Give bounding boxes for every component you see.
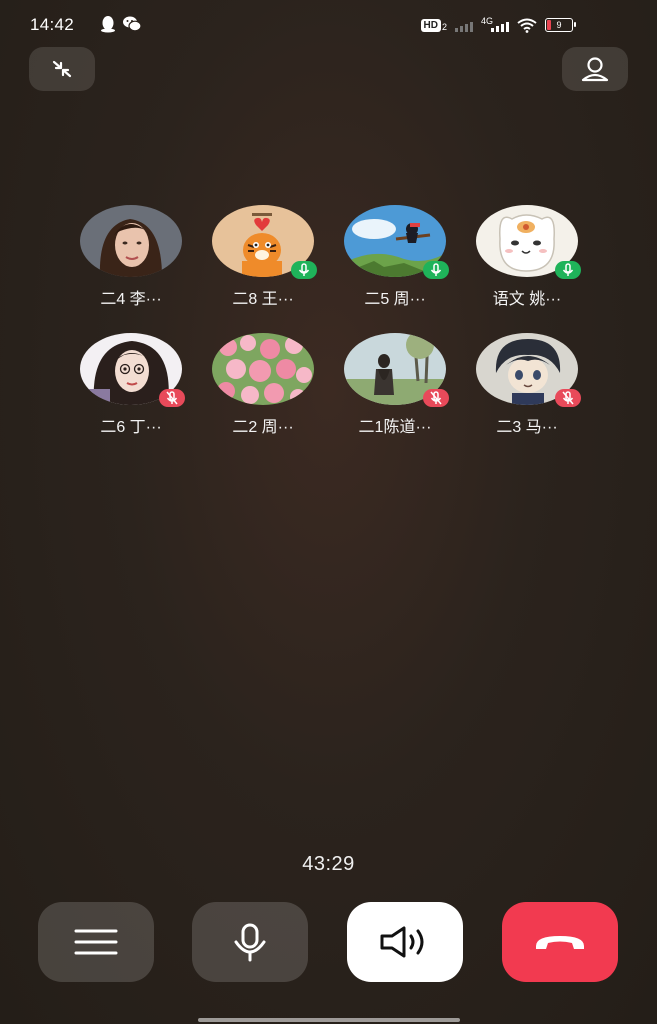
mic-muted-badge — [159, 389, 185, 407]
mic-muted-badge — [423, 389, 449, 407]
status-notification-icons — [100, 15, 142, 33]
mic-on-badge — [555, 261, 581, 279]
microphone-muted-icon — [166, 391, 178, 405]
menu-icon — [74, 929, 118, 955]
participant-name: 二3 马··· — [496, 419, 558, 436]
hd-icon: HD 2 — [420, 18, 447, 32]
wifi-icon — [517, 18, 537, 33]
person-icon — [581, 57, 609, 82]
signal-4g-icon: 4G — [481, 16, 509, 32]
status-time: 14:42 — [30, 15, 75, 34]
avatar — [212, 333, 314, 405]
members-button[interactable] — [562, 47, 628, 91]
speaker-button[interactable] — [347, 902, 463, 982]
microphone-icon — [562, 263, 574, 276]
participant-grid: 二4 李··· 二8 王··· 二5 周··· 语文 姚··· 二6 丁··· … — [65, 205, 593, 437]
microphone-icon — [298, 263, 310, 276]
signal-weak-icon — [454, 18, 473, 32]
battery-low-icon: 9 — [545, 18, 576, 32]
mic-on-badge — [423, 261, 449, 279]
participant-tile[interactable]: 语文 姚··· — [461, 205, 593, 309]
microphone-icon — [234, 923, 266, 962]
participant-name: 二2 周··· — [232, 419, 294, 436]
qq-penguin-icon — [101, 16, 115, 33]
participant-name: 二1陈道··· — [358, 419, 432, 436]
participant-name: 二8 王··· — [232, 291, 294, 308]
hang-up-phone-icon — [536, 936, 584, 949]
participant-tile[interactable]: 二1陈道··· — [329, 331, 461, 437]
participant-name: 二5 周··· — [364, 291, 426, 308]
microphone-icon — [430, 263, 442, 276]
hang-up-button[interactable] — [502, 902, 618, 982]
participant-name: 二6 丁··· — [100, 419, 162, 436]
wechat-icon — [123, 16, 142, 32]
avatar — [80, 205, 182, 277]
participant-name: 二4 李··· — [100, 291, 162, 308]
microphone-muted-icon — [430, 391, 442, 405]
mic-muted-badge — [555, 389, 581, 407]
mic-on-badge — [291, 261, 317, 279]
participant-name: 语文 姚··· — [492, 291, 562, 308]
participant-tile[interactable]: 二4 李··· — [65, 205, 197, 309]
status-right-icons: HD 2 4G 9 — [420, 15, 576, 35]
minimize-arrows-icon — [52, 60, 72, 78]
home-indicator[interactable] — [198, 1018, 460, 1022]
call-duration: 43:29 — [302, 853, 355, 875]
participant-tile[interactable]: 二5 周··· — [329, 205, 461, 309]
participant-tile[interactable]: 二2 周··· — [197, 333, 329, 437]
more-menu-button[interactable] — [38, 902, 154, 982]
participant-tile[interactable]: 二3 马··· — [461, 333, 593, 437]
speaker-icon — [380, 926, 424, 958]
participant-tile[interactable]: 二8 王··· — [197, 205, 329, 309]
status-bar: 14:42 HD 2 4G 9 — [0, 0, 657, 50]
microphone-muted-icon — [562, 391, 574, 405]
minimize-button[interactable] — [29, 47, 95, 91]
participant-tile[interactable]: 二6 丁··· — [65, 333, 197, 437]
microphone-button[interactable] — [192, 902, 308, 982]
